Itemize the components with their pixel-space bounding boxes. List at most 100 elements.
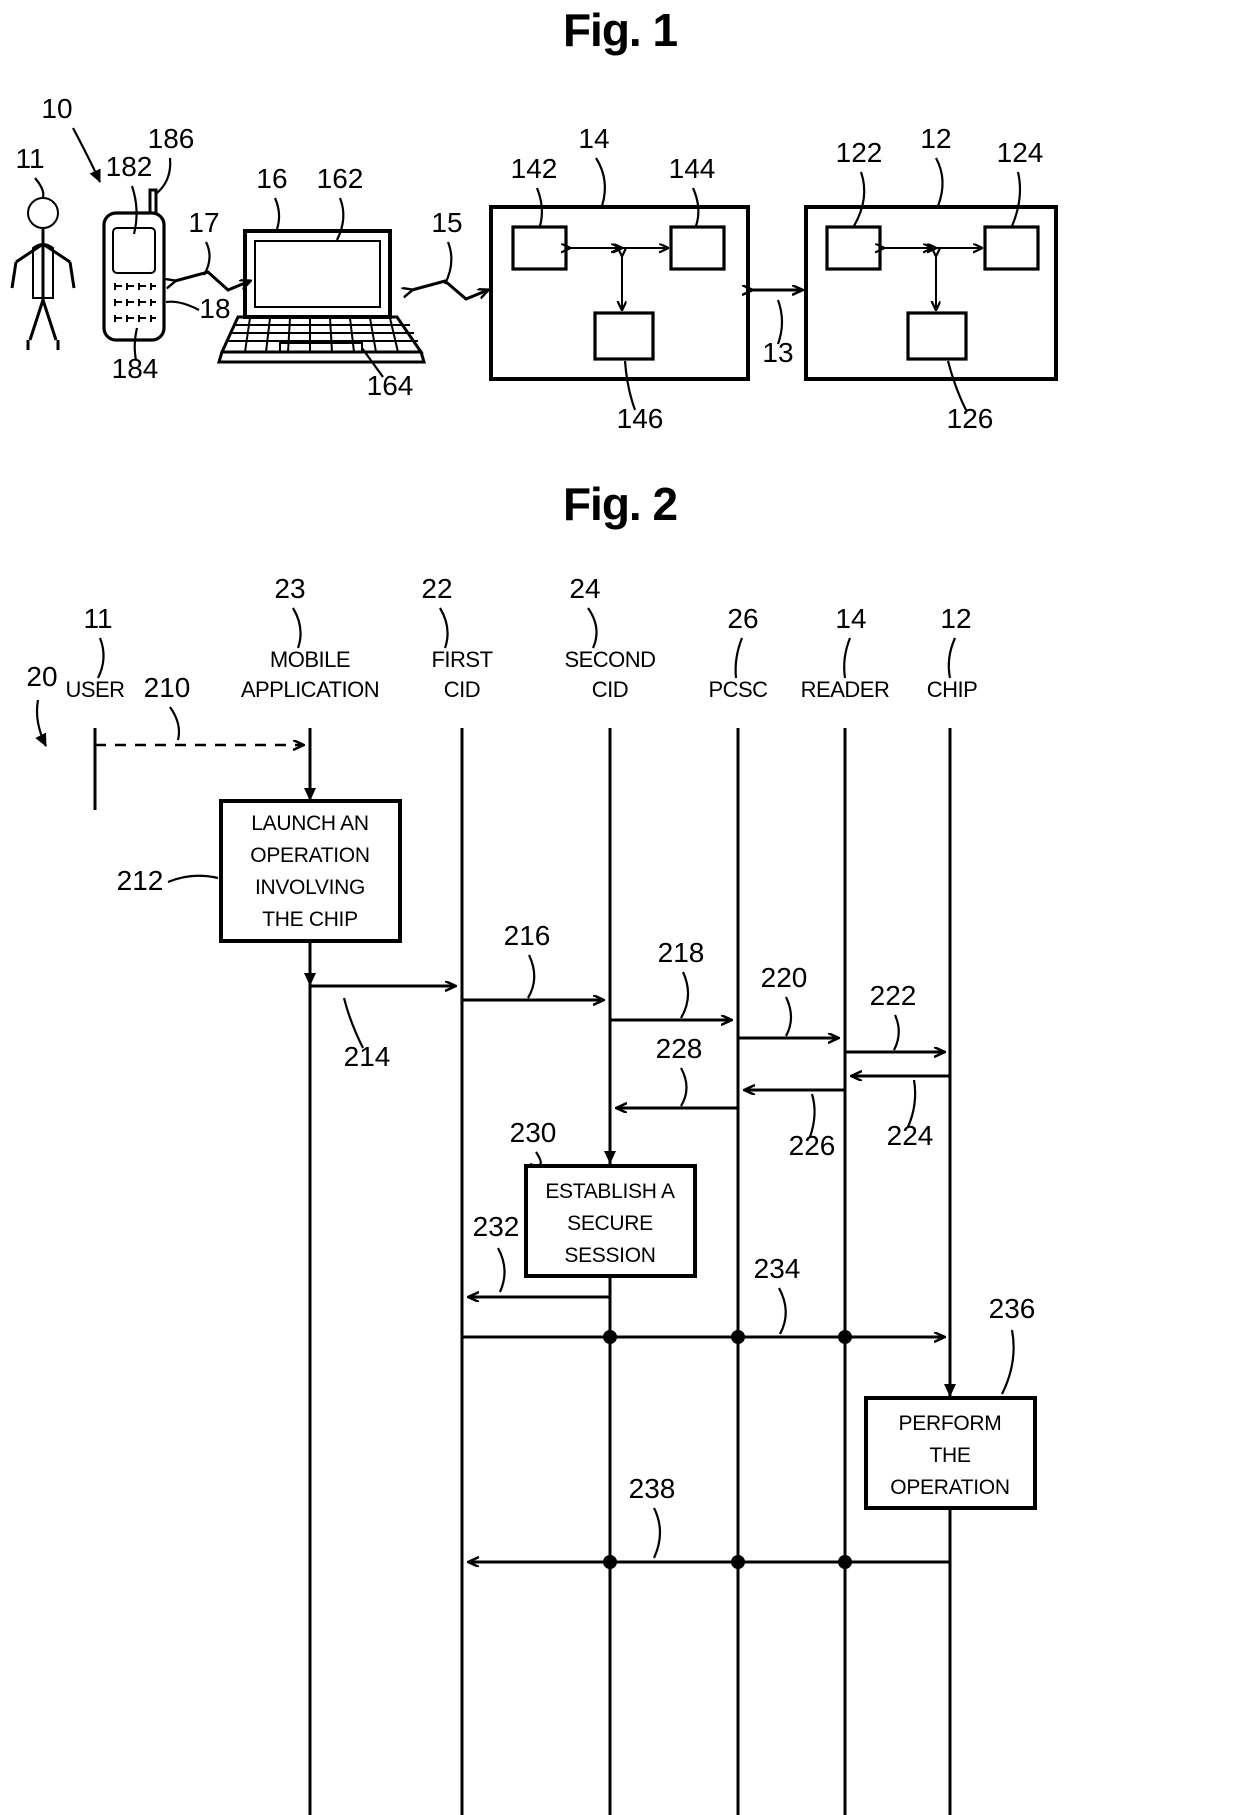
fig2-label-first-cid-line2: CID	[444, 677, 480, 702]
fig2-leader-26	[734, 637, 744, 679]
fig1-leader-12	[935, 157, 944, 207]
fig2-message-218: 218	[610, 937, 731, 1020]
fig1-reader-14-box	[489, 205, 750, 381]
fig2-message-222: 222	[845, 980, 944, 1052]
fig2-ref-232: 232	[473, 1211, 520, 1242]
fig2-title: Fig. 2	[563, 478, 677, 530]
fig1-ref-10: 10	[41, 93, 72, 124]
fig2-leader-228	[680, 1067, 688, 1107]
fig2-label-user: USER	[65, 677, 124, 702]
fig2-message-228: 228	[617, 1033, 738, 1108]
fig2-junction-dot-reader-return	[838, 1555, 852, 1569]
fig2-ref-236: 236	[989, 1293, 1036, 1324]
fig2-box-212-line1: LAUNCH AN	[251, 812, 369, 835]
fig2-junction-dot-second-cid	[603, 1330, 617, 1344]
fig1-leader-11	[34, 177, 45, 198]
fig1-ref-162: 162	[317, 163, 364, 194]
fig2-label-pcsc: PCSC	[708, 677, 768, 702]
fig1-ref-15: 15	[431, 207, 462, 238]
fig1-leader-17	[203, 241, 211, 276]
fig2-leader-22	[439, 607, 449, 649]
fig1-leader-186	[156, 157, 172, 194]
fig2-ref-24: 24	[569, 573, 600, 604]
fig2-leader-216	[527, 954, 536, 999]
fig2-box-236-line3: OPERATION	[890, 1476, 1009, 1499]
fig2-message-220: 220	[738, 962, 838, 1038]
fig2-ref-230: 230	[510, 1117, 557, 1148]
fig2-leader-218	[680, 971, 690, 1019]
fig1-reader-block-146	[593, 311, 655, 361]
fig1-leader-18	[165, 300, 200, 311]
fig1-ref-182: 182	[106, 151, 153, 182]
fig2-label-second-cid-line2: CID	[592, 677, 628, 702]
fig1-ref-14: 14	[578, 123, 609, 154]
fig2-ref-20: 20	[26, 661, 57, 692]
fig1-chip-block-124	[983, 225, 1040, 271]
fig1-title: Fig. 1	[563, 4, 678, 56]
fig2-leader-11	[97, 637, 105, 679]
fig2-box-230-line1: ESTABLISH A	[545, 1180, 675, 1203]
fig2-box-236-line2: THE	[929, 1444, 970, 1467]
fig2-ref-214: 214	[344, 1041, 391, 1072]
fig2-ref-226: 226	[789, 1130, 836, 1161]
fig2-process-box-212: LAUNCH AN OPERATION INVOLVING THE CHIP 2…	[117, 799, 402, 943]
fig2-ref-228: 228	[656, 1033, 703, 1064]
fig2-ref-234: 234	[754, 1253, 801, 1284]
fig2-leader-212	[167, 874, 219, 884]
fig2-label-mobile-line1: MOBILE	[270, 647, 350, 672]
fig2-leader-12	[947, 637, 957, 679]
fig1-ref-11: 11	[15, 143, 44, 174]
fig2-message-226: 226	[745, 1090, 845, 1161]
patent-figures-svg: Fig. 1 10 11 186 182 184 17 18 16 162 16…	[10, 4, 1058, 1815]
fig1-leader-16	[273, 197, 281, 230]
fig2-leader-232	[497, 1247, 506, 1293]
fig1-link-15-arrow	[412, 279, 488, 301]
fig2-leader-236	[1001, 1329, 1015, 1395]
fig1-ref-144: 144	[669, 153, 716, 184]
fig2-ref-218: 218	[658, 937, 705, 968]
fig2-ref-12: 12	[940, 603, 971, 634]
fig1-leader-14	[595, 157, 607, 207]
fig2-junction-dot-second-cid-return	[603, 1555, 617, 1569]
fig1-link-17-arrow	[175, 270, 250, 292]
fig2-junction-dot-reader	[838, 1330, 852, 1344]
fig2-label-second-cid-line1: SECOND	[564, 647, 655, 672]
fig2-ref-22: 22	[421, 573, 452, 604]
fig1-ref-122: 122	[836, 137, 883, 168]
fig1-leader-10	[72, 127, 102, 183]
fig2-box-212-line2: OPERATION	[250, 844, 369, 867]
fig2-box-236-line1: PERFORM	[899, 1412, 1002, 1435]
fig1-ref-146: 146	[617, 403, 664, 434]
fig2-ref-26: 26	[727, 603, 758, 634]
fig1-ref-164: 164	[367, 370, 414, 401]
fig2-message-214: 214	[310, 986, 455, 1072]
fig1-ref-142: 142	[511, 153, 558, 184]
fig2-ref-14: 14	[835, 603, 866, 634]
fig1-chip-12-box	[804, 205, 1058, 381]
fig2-box-212-line4: THE CHIP	[262, 908, 358, 931]
fig2-ref-210: 210	[144, 672, 191, 703]
fig2-leader-234	[778, 1287, 787, 1335]
fig2-message-224: 224	[852, 1076, 950, 1151]
fig1-reader-block-142	[511, 225, 568, 271]
fig2-junction-dot-pcsc	[731, 1330, 745, 1344]
fig2-ref-222: 222	[870, 980, 917, 1011]
fig2-ref-11: 11	[83, 603, 112, 634]
fig2-box-230-line3: SESSION	[564, 1244, 655, 1267]
fig2-box-212-line3: INVOLVING	[255, 876, 365, 899]
fig2-leader-222	[893, 1014, 900, 1051]
fig2-ref-238: 238	[629, 1473, 676, 1504]
fig1-reader-block-144	[669, 225, 726, 271]
fig2-leader-238	[653, 1507, 662, 1559]
fig2-message-216: 216	[462, 920, 603, 1000]
fig2-leader-24	[587, 607, 598, 649]
fig1-terminal-laptop-icon	[216, 229, 427, 364]
fig1-chip-block-126	[906, 311, 968, 361]
fig2-ref-216: 216	[504, 920, 551, 951]
fig2-leader-14	[843, 637, 852, 679]
fig1-ref-186: 186	[148, 123, 195, 154]
fig2-box-230-line2: SECURE	[567, 1212, 653, 1235]
fig1-mobile-phone-icon	[102, 188, 166, 342]
fig2-label-reader: READER	[801, 677, 890, 702]
fig1-ref-126: 126	[947, 403, 994, 434]
